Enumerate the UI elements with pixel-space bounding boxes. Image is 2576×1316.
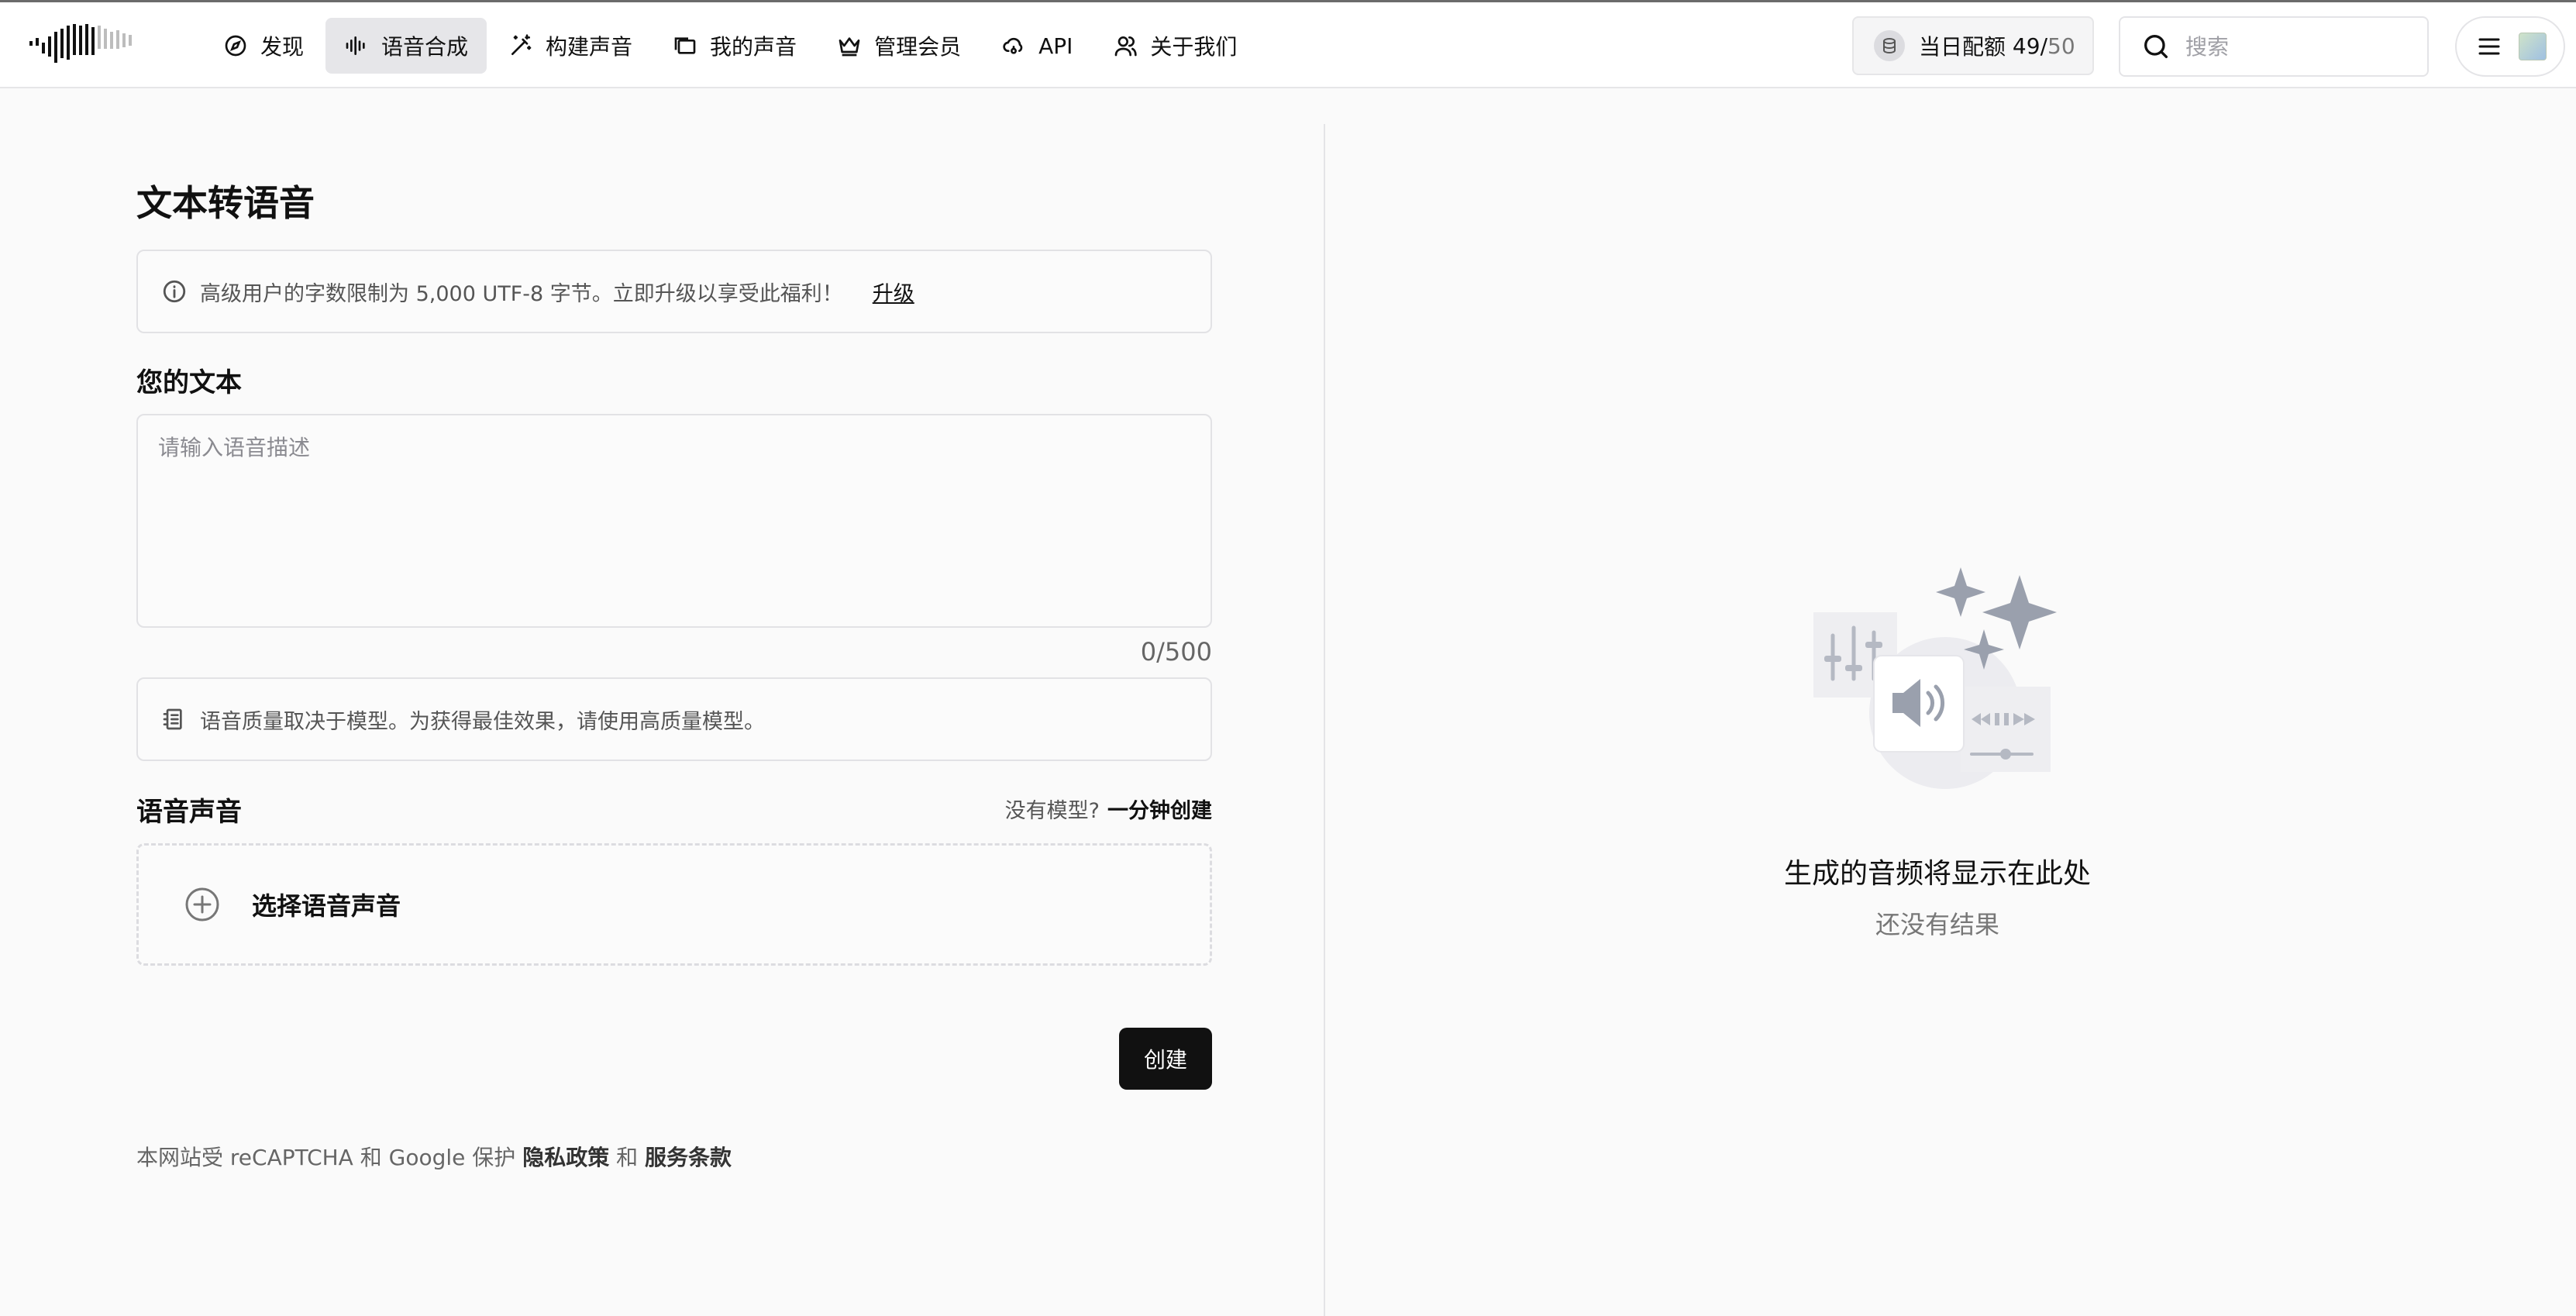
select-voice-button[interactable]: 选择语音声音 xyxy=(136,843,1212,966)
nav-item-discover[interactable]: 发现 xyxy=(205,18,322,74)
privacy-policy-link[interactable]: 隐私政策 xyxy=(522,1145,609,1170)
quota-used: 49 xyxy=(2012,33,2040,59)
tip-text: 语音质量取决于模型。为获得最佳效果，请使用高质量模型。 xyxy=(200,709,765,734)
nav-item-label: 管理会员 xyxy=(874,34,962,60)
nav-item-tts[interactable]: 语音合成 xyxy=(325,18,487,74)
nav-item-label: API xyxy=(1038,33,1073,59)
crown-icon xyxy=(839,37,860,57)
text-section-label: 您的文本 xyxy=(136,367,242,398)
users-icon xyxy=(1115,36,1138,57)
quality-tip: 语音质量取决于模型。为获得最佳效果，请使用高质量模型。 xyxy=(136,677,1212,761)
and-text: 和 xyxy=(616,1145,639,1170)
database-icon xyxy=(1874,30,1905,61)
recaptcha-notice: 本网站受 reCAPTCHA 和 Google 保护 隐私政策 和 服务条款 xyxy=(136,1141,732,1172)
text-input[interactable] xyxy=(136,414,1212,628)
create-model-prompt: 没有模型? 一分钟创建 xyxy=(930,794,1212,824)
nav-item-about[interactable]: 关于我们 xyxy=(1094,18,1255,74)
search-icon xyxy=(2144,35,2168,59)
column-divider xyxy=(1324,124,1325,1316)
premium-limit-notice: 高级用户的字数限制为 5,000 UTF-8 字节。立即升级以享受此福利！ 升级 xyxy=(136,250,1212,333)
quota-label: 当日配额 xyxy=(1919,34,2006,60)
compass-icon xyxy=(225,35,246,57)
audio-placeholder-illustration xyxy=(1813,567,2057,789)
nav-item-api[interactable]: API xyxy=(983,18,1091,74)
create-model-link[interactable]: 一分钟创建 xyxy=(1107,799,1212,823)
main-nav: 发现 语音合成 构建声音 我的声音 管理会员 API 关于我们 xyxy=(205,18,1259,74)
select-voice-label: 选择语音声音 xyxy=(252,891,401,921)
quota-separator: / xyxy=(2040,33,2047,59)
search-box[interactable] xyxy=(2119,16,2429,77)
nav-item-label: 构建声音 xyxy=(546,34,633,60)
hamburger-menu-icon xyxy=(2478,38,2500,55)
character-counter: 0/500 xyxy=(1140,637,1212,667)
nav-item-my-voices[interactable]: 我的声音 xyxy=(654,18,815,74)
search-input[interactable] xyxy=(2185,33,2418,60)
voice-section-label: 语音声音 xyxy=(136,797,242,828)
cloud-icon xyxy=(1003,37,1023,54)
nav-item-label: 发现 xyxy=(260,34,305,60)
magic-wand-icon xyxy=(511,34,532,55)
upgrade-link[interactable]: 升级 xyxy=(873,277,914,307)
nav-item-label: 语音合成 xyxy=(381,34,469,60)
no-model-text: 没有模型? xyxy=(1004,799,1100,823)
page-title: 文本转语音 xyxy=(136,182,315,224)
top-navigation-bar: 发现 语音合成 构建声音 我的声音 管理会员 API 关于我们 当日配额 49 … xyxy=(0,0,2576,88)
terms-of-service-link[interactable]: 服务条款 xyxy=(645,1145,732,1170)
waveform-logo-icon[interactable] xyxy=(29,22,133,66)
waveform-icon xyxy=(346,36,365,55)
notebook-icon xyxy=(163,708,182,730)
notice-text: 高级用户的字数限制为 5,000 UTF-8 字节。立即升级以享受此福利！ xyxy=(200,281,843,306)
nav-item-build-voice[interactable]: 构建声音 xyxy=(490,18,651,74)
nav-item-membership[interactable]: 管理会员 xyxy=(818,18,980,74)
folder-icon xyxy=(674,37,696,54)
nav-item-label: 我的声音 xyxy=(710,34,797,60)
daily-quota-badge[interactable]: 当日配额 49/50 xyxy=(1852,16,2094,75)
empty-state-subtitle: 还没有结果 xyxy=(1875,910,1999,939)
user-menu-button[interactable] xyxy=(2455,16,2565,77)
create-button[interactable]: 创建 xyxy=(1119,1028,1212,1090)
info-icon xyxy=(163,280,186,303)
plus-circle-icon xyxy=(185,887,219,922)
quota-total: 50 xyxy=(2047,33,2075,59)
nav-item-label: 关于我们 xyxy=(1150,34,1238,60)
empty-state-title: 生成的音频将显示在此处 xyxy=(1783,858,2091,890)
avatar[interactable] xyxy=(2519,33,2547,60)
recaptcha-text: 本网站受 reCAPTCHA 和 Google 保护 xyxy=(136,1145,516,1170)
